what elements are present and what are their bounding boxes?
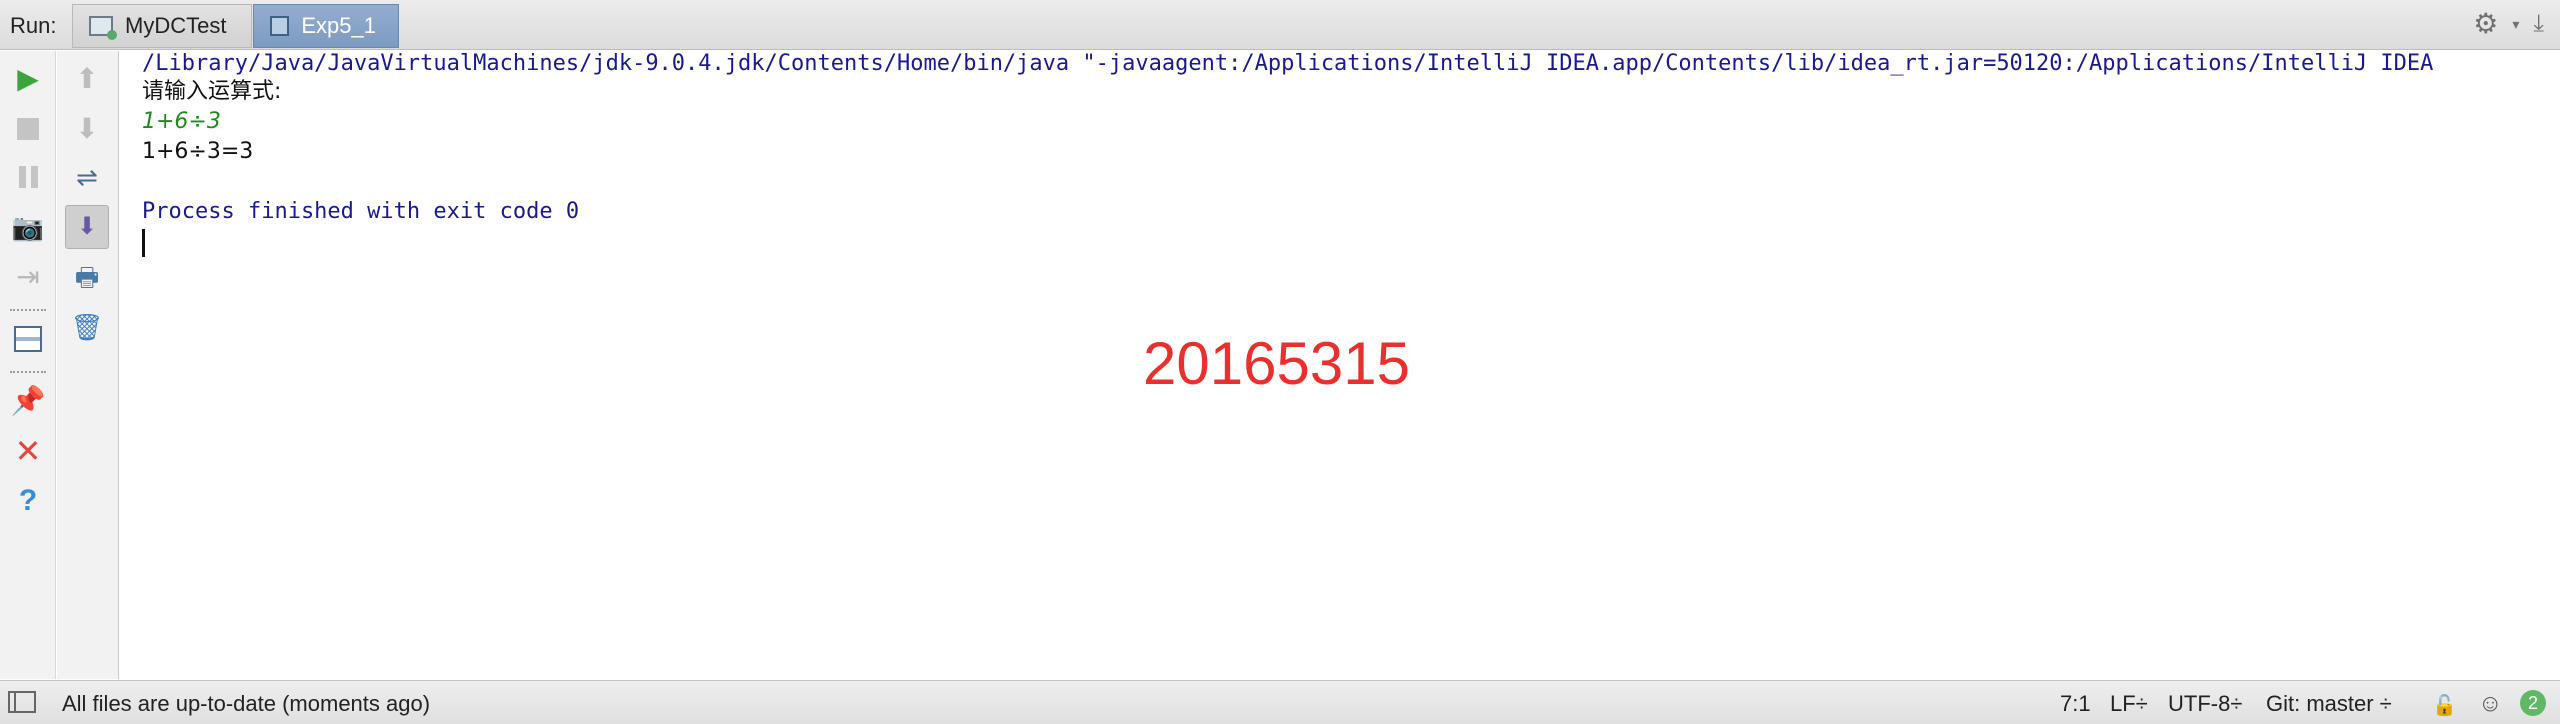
git-branch-selector[interactable]: Git: master ÷	[2266, 691, 2392, 717]
run-toolbar-secondary: ⬆ ⬇ ⇌ ⬇ 🖶 🗑	[57, 51, 119, 679]
encoding-selector[interactable]: UTF-8÷	[2168, 691, 2242, 717]
exit-login-icon[interactable]: ⇥	[8, 257, 48, 297]
gear-icon[interactable]: ⚙	[2473, 10, 2498, 38]
print-icon[interactable]: 🖶	[67, 257, 107, 297]
tab-mydctest[interactable]: MyDCTest	[72, 4, 252, 48]
tool-windows-icon[interactable]	[8, 691, 36, 713]
help-icon[interactable]: ?	[8, 481, 48, 521]
arrow-up-icon[interactable]: ⬆	[67, 59, 107, 99]
chevron-down-icon[interactable]: ▾	[2512, 16, 2519, 33]
stop-icon[interactable]	[8, 109, 48, 149]
trash-icon[interactable]: 🗑	[67, 307, 107, 347]
command-line: /Library/Java/JavaVirtualMachines/jdk-9.…	[142, 51, 2434, 76]
notifications-badge[interactable]: 2	[2520, 690, 2546, 716]
rerun-icon[interactable]: ▶	[8, 59, 48, 99]
pause-icon[interactable]	[8, 157, 48, 197]
status-message: All files are up-to-date (moments ago)	[62, 691, 431, 716]
run-tool-window-header: Run: MyDCTest Exp5_1 ⚙ ▾ ⤓	[0, 0, 2560, 50]
inspector-icon[interactable]: ☺	[2478, 690, 2503, 718]
lock-icon[interactable]: 🔓	[2432, 693, 2457, 718]
soft-wrap-icon[interactable]: ⇌	[67, 157, 107, 197]
header-actions: ⚙ ▾ ⤓	[2473, 10, 2544, 38]
tab-label: Exp5_1	[301, 13, 376, 38]
status-bar: All files are up-to-date (moments ago) 7…	[0, 680, 2560, 724]
run-config-icon	[89, 16, 117, 40]
close-icon[interactable]: ✕	[8, 431, 48, 471]
caret-position[interactable]: 7:1	[2060, 691, 2091, 717]
run-label: Run:	[10, 13, 57, 38]
run-toolbar-primary: ▶ 📷 ⇥ 📌 ✕ ?	[0, 51, 56, 679]
camera-icon[interactable]: 📷	[8, 207, 48, 247]
line-separator-selector[interactable]: LF÷	[2110, 691, 2148, 717]
run-config-icon	[270, 16, 290, 36]
process-exit-message: Process finished with exit code 0	[142, 199, 580, 224]
text-cursor	[142, 229, 145, 257]
tab-exp5-1[interactable]: Exp5_1	[253, 4, 399, 48]
console-prompt: 请输入运算式:	[142, 79, 282, 104]
hide-panel-icon[interactable]: ⤓	[2533, 10, 2544, 38]
pin-icon[interactable]: 📌	[8, 381, 48, 421]
watermark-student-id: 20165315	[1143, 330, 1410, 397]
toolbar-separator	[10, 371, 46, 373]
toolbar-separator	[10, 309, 46, 311]
console-result: 1+6÷3=3	[142, 139, 254, 164]
arrow-down-icon[interactable]: ⬇	[67, 109, 107, 149]
layout-icon[interactable]	[8, 319, 48, 359]
tab-label: MyDCTest	[125, 13, 227, 38]
scroll-to-end-icon[interactable]: ⬇	[65, 205, 109, 249]
console-user-input: 1+6÷3	[142, 109, 221, 134]
console-output[interactable]: /Library/Java/JavaVirtualMachines/jdk-9.…	[120, 51, 2560, 679]
